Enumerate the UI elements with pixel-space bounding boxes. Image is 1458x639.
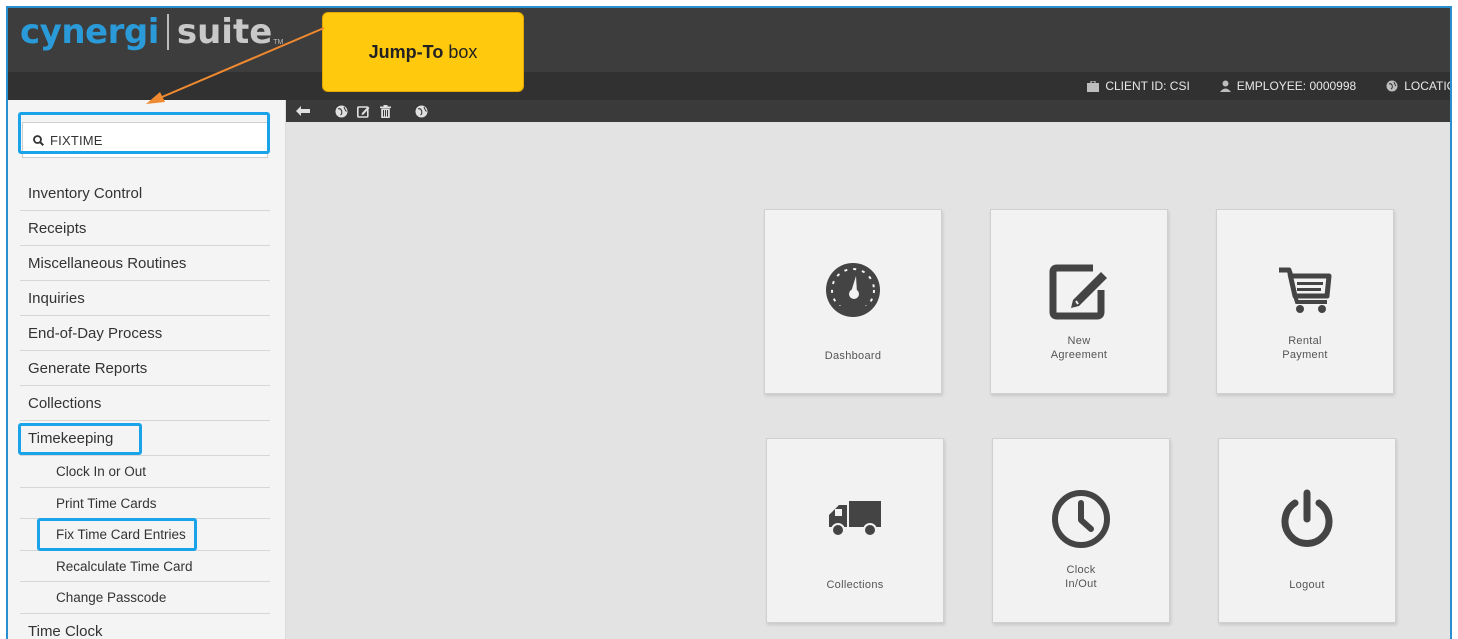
fix-time-card-highlight	[37, 518, 197, 551]
dashboard-icon	[765, 260, 941, 320]
tile-rental-payment-line2: Payment	[1282, 349, 1328, 361]
callout-text: box	[448, 41, 478, 62]
tile-collections-label: Collections	[826, 579, 884, 591]
timekeeping-highlight	[18, 423, 142, 455]
tile-logout-label: Logout	[1289, 579, 1325, 591]
logo: cynergi suite TM	[20, 12, 283, 52]
sidebar-item-miscellaneous-routines[interactable]: Miscellaneous Routines	[20, 246, 270, 281]
tile-clock-in-out[interactable]: Clock In/Out	[992, 438, 1170, 623]
sidebar-menu: Inventory Control Receipts Miscellaneous…	[18, 176, 270, 639]
user-icon	[1219, 80, 1231, 92]
sidebar-item-collections[interactable]: Collections	[20, 386, 270, 421]
search-highlight	[18, 112, 270, 154]
sidebar-item-timekeeping[interactable]: Timekeeping	[18, 421, 270, 456]
logo-divider	[166, 14, 169, 50]
edit-icon[interactable]	[354, 102, 372, 120]
sidebar-item-receipts[interactable]: Receipts	[20, 211, 270, 246]
logo-trademark: TM	[273, 39, 284, 46]
sidebar-subitem-recalculate-time-card[interactable]: Recalculate Time Card	[20, 551, 270, 582]
tile-dashboard[interactable]: Dashboard	[764, 209, 942, 394]
sidebar-item-time-clock[interactable]: Time Clock	[20, 614, 270, 639]
client-id-text: CLIENT ID: CSI	[1105, 79, 1190, 93]
tile-new-agreement-line1: New	[1067, 335, 1091, 347]
location[interactable]: LOCATIO	[1386, 79, 1452, 93]
edit-icon	[991, 260, 1167, 320]
client-id: CLIENT ID: CSI	[1087, 79, 1190, 93]
sidebar-item-inventory-control[interactable]: Inventory Control	[20, 176, 270, 211]
sidebar-subitem-change-passcode[interactable]: Change Passcode	[20, 582, 270, 614]
tile-clock-in-out-line1: Clock	[1066, 564, 1096, 576]
tile-new-agreement-label: New Agreement	[991, 334, 1167, 362]
sidebar-subitem-print-time-cards[interactable]: Print Time Cards	[20, 488, 270, 519]
header-info: CLIENT ID: CSI EMPLOYEE: 0000998 LOCATIO	[1057, 72, 1452, 100]
trash-icon[interactable]	[376, 102, 394, 120]
callout-bold: Jump-To	[368, 41, 444, 62]
sidebar-subitem-fix-time-card-entries[interactable]: Fix Time Card Entries	[20, 518, 270, 551]
location-text: LOCATIO	[1404, 79, 1452, 93]
sidebar: FIXTIME Inventory Control Receipts Misce…	[8, 100, 286, 639]
jump-to-callout: Jump-To box	[322, 12, 524, 92]
briefcase-icon	[1087, 80, 1100, 92]
tile-rental-payment[interactable]: Rental Payment	[1216, 209, 1394, 394]
sidebar-item-end-of-day-process[interactable]: End-of-Day Process	[20, 316, 270, 351]
logo-secondary: suite	[176, 12, 273, 52]
back-arrow-icon[interactable]	[294, 102, 312, 120]
toolbar	[286, 100, 1450, 122]
tile-collections[interactable]: Collections	[766, 438, 944, 623]
power-icon	[1219, 489, 1395, 549]
logo-primary: cynergi	[20, 12, 159, 52]
top-header: cynergi suite TM	[8, 8, 1450, 72]
main-content: Dashboard New Agreement Rental Payment C…	[286, 122, 1450, 639]
sidebar-item-inquiries[interactable]: Inquiries	[20, 281, 270, 316]
tile-clock-in-out-line2: In/Out	[1065, 578, 1097, 590]
tile-clock-in-out-label: Clock In/Out	[993, 563, 1169, 591]
clock-icon	[993, 489, 1169, 549]
tile-new-agreement[interactable]: New Agreement	[990, 209, 1168, 394]
app-window: cynergi suite TM CLIENT ID: CSI EMPLOYEE…	[6, 6, 1452, 639]
tile-new-agreement-line2: Agreement	[1050, 349, 1108, 361]
cart-icon	[1217, 260, 1393, 320]
employee-text: EMPLOYEE: 0000998	[1236, 79, 1357, 93]
sidebar-subitem-clock-in-out[interactable]: Clock In or Out	[20, 456, 270, 488]
tile-dashboard-label: Dashboard	[824, 350, 882, 362]
sidebar-item-generate-reports[interactable]: Generate Reports	[20, 351, 270, 386]
globe-icon[interactable]	[332, 102, 350, 120]
employee-id: EMPLOYEE: 0000998	[1219, 79, 1357, 93]
tile-rental-payment-line1: Rental	[1288, 335, 1322, 347]
globe-icon[interactable]	[412, 102, 430, 120]
tile-logout[interactable]: Logout	[1218, 438, 1396, 623]
tile-rental-payment-label: Rental Payment	[1217, 334, 1393, 362]
globe-icon	[1386, 80, 1398, 92]
truck-icon	[767, 489, 943, 549]
